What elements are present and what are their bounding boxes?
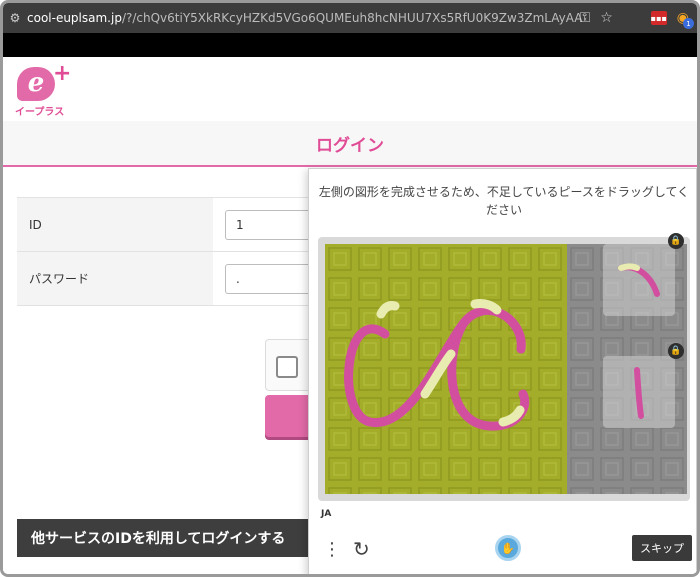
lock-icon: 🔒	[668, 233, 684, 249]
refresh-icon[interactable]: ↻	[353, 537, 370, 561]
extension-icon[interactable]: ▪▪▪	[651, 11, 667, 25]
captcha-brand-icon: ✋	[495, 535, 521, 561]
login-button[interactable]	[265, 395, 311, 437]
remember-checkbox[interactable]	[276, 356, 298, 378]
site-info-icon[interactable]: ⚙	[3, 11, 27, 25]
more-options-icon[interactable]: ⋮	[323, 539, 341, 560]
password-label: パスワード	[17, 252, 213, 305]
page-title-bar: ログイン	[3, 121, 697, 167]
login-form: ID 1 パスワード .	[17, 197, 317, 306]
captcha-footer: ⋮ ↻ ✋ スキップ	[309, 529, 697, 574]
rss-badge: 1	[683, 18, 694, 29]
star-icon[interactable]: ☆	[600, 10, 613, 26]
skip-button[interactable]: スキップ	[632, 535, 692, 561]
url-text[interactable]: cool-euplsam.jp/?/chQv6tiY5XkRKcyHZKd5VG…	[27, 11, 583, 25]
other-service-login-button[interactable]: 他サービスのIDを利用してログインする	[17, 519, 311, 557]
logo-plus: +	[53, 61, 72, 86]
url-host: cool-euplsam.jp	[27, 11, 122, 25]
logo-subtitle: イープラス	[15, 107, 65, 118]
puzzle-frame: 🔒 🔒	[318, 233, 690, 501]
form-row-password: パスワード .	[17, 252, 317, 306]
key-icon[interactable]: ⚿	[580, 10, 591, 26]
toolbar-strip	[3, 33, 697, 57]
lock-icon: 🔒	[668, 343, 684, 359]
remember-checkbox-wrap	[265, 339, 311, 391]
captcha-dialog: 左側の図形を完成させるため、不足しているピースをドラッグしてください 🔒 🔒 J…	[308, 168, 697, 574]
url-path: /?/chQv6tiY5XkRKcyHZKd5VGo6QUMEuh8hcNHUU…	[121, 11, 583, 25]
puzzle-piece-2[interactable]	[603, 356, 675, 428]
captcha-instruction: 左側の図形を完成させるため、不足しているピースをドラッグしてください	[318, 185, 690, 217]
browser-toolbar-icons: ⚿ ☆ ▪▪▪ ◉ 1	[580, 3, 697, 33]
language-selector[interactable]: JA	[321, 509, 331, 519]
pieces-tray	[567, 244, 687, 494]
id-label: ID	[17, 198, 213, 251]
browser-window: ⚙ cool-euplsam.jp/?/chQv6tiY5XkRKcyHZKd5…	[0, 0, 700, 577]
puzzle-piece-1[interactable]	[603, 244, 675, 316]
password-input[interactable]: .	[225, 263, 317, 294]
id-input[interactable]: 1	[225, 209, 317, 240]
puzzle-image	[325, 244, 567, 494]
address-bar[interactable]: ⚙ cool-euplsam.jp/?/chQv6tiY5XkRKcyHZKd5…	[3, 3, 697, 33]
logo-mark: e	[17, 67, 55, 101]
rss-icon[interactable]: ◉ 1	[677, 10, 694, 29]
page-title: ログイン	[316, 135, 384, 156]
eplus-logo[interactable]: e + イープラス	[15, 61, 75, 118]
form-row-id: ID 1	[17, 198, 317, 252]
